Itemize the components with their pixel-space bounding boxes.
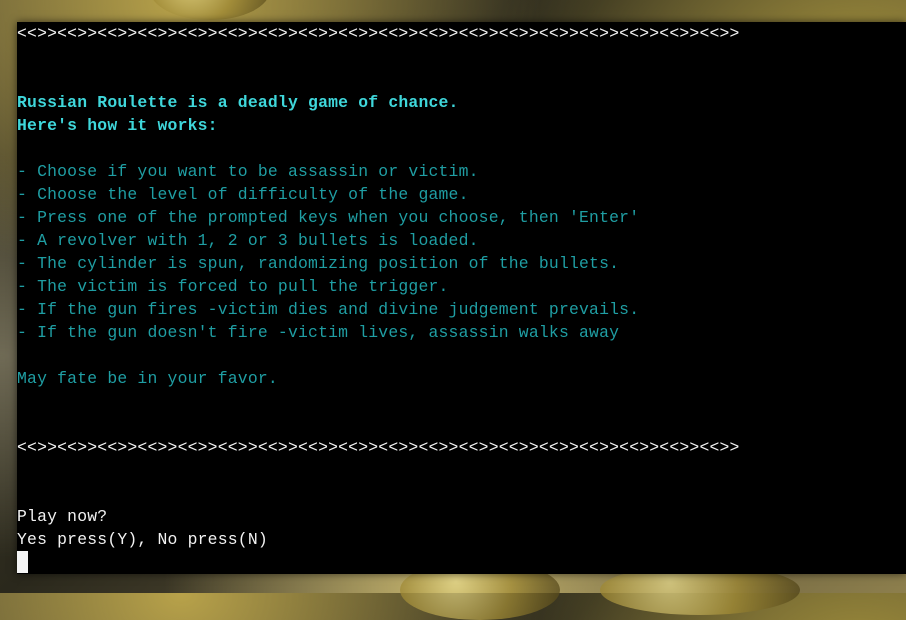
intro-line: Russian Roulette is a deadly game of cha… bbox=[17, 93, 459, 112]
rule-line: - A revolver with 1, 2 or 3 bullets is l… bbox=[17, 231, 479, 250]
terminal-window[interactable]: <<>><<>><<>><<>><<>><<>><<>><<>><<>><<>>… bbox=[17, 22, 906, 574]
text-cursor[interactable] bbox=[17, 551, 28, 573]
rule-line: - The cylinder is spun, randomizing posi… bbox=[17, 254, 620, 273]
rule-line: - The victim is forced to pull the trigg… bbox=[17, 277, 449, 296]
rule-line: - Press one of the prompted keys when yo… bbox=[17, 208, 640, 227]
rule-line: - Choose the level of difficulty of the … bbox=[17, 185, 469, 204]
divider-bottom: <<>><<>><<>><<>><<>><<>><<>><<>><<>><<>>… bbox=[17, 438, 740, 457]
divider-top: <<>><<>><<>><<>><<>><<>><<>><<>><<>><<>>… bbox=[17, 24, 740, 43]
rule-line: - If the gun fires -victim dies and divi… bbox=[17, 300, 640, 319]
rule-line: - Choose if you want to be assassin or v… bbox=[17, 162, 479, 181]
intro-line: Here's how it works: bbox=[17, 116, 218, 135]
play-options: Yes press(Y), No press(N) bbox=[17, 530, 268, 549]
rule-line: - If the gun doesn't fire -victim lives,… bbox=[17, 323, 620, 342]
closing-line: May fate be in your favor. bbox=[17, 369, 278, 388]
play-prompt: Play now? bbox=[17, 507, 108, 526]
background-bullet-image bbox=[150, 0, 270, 20]
